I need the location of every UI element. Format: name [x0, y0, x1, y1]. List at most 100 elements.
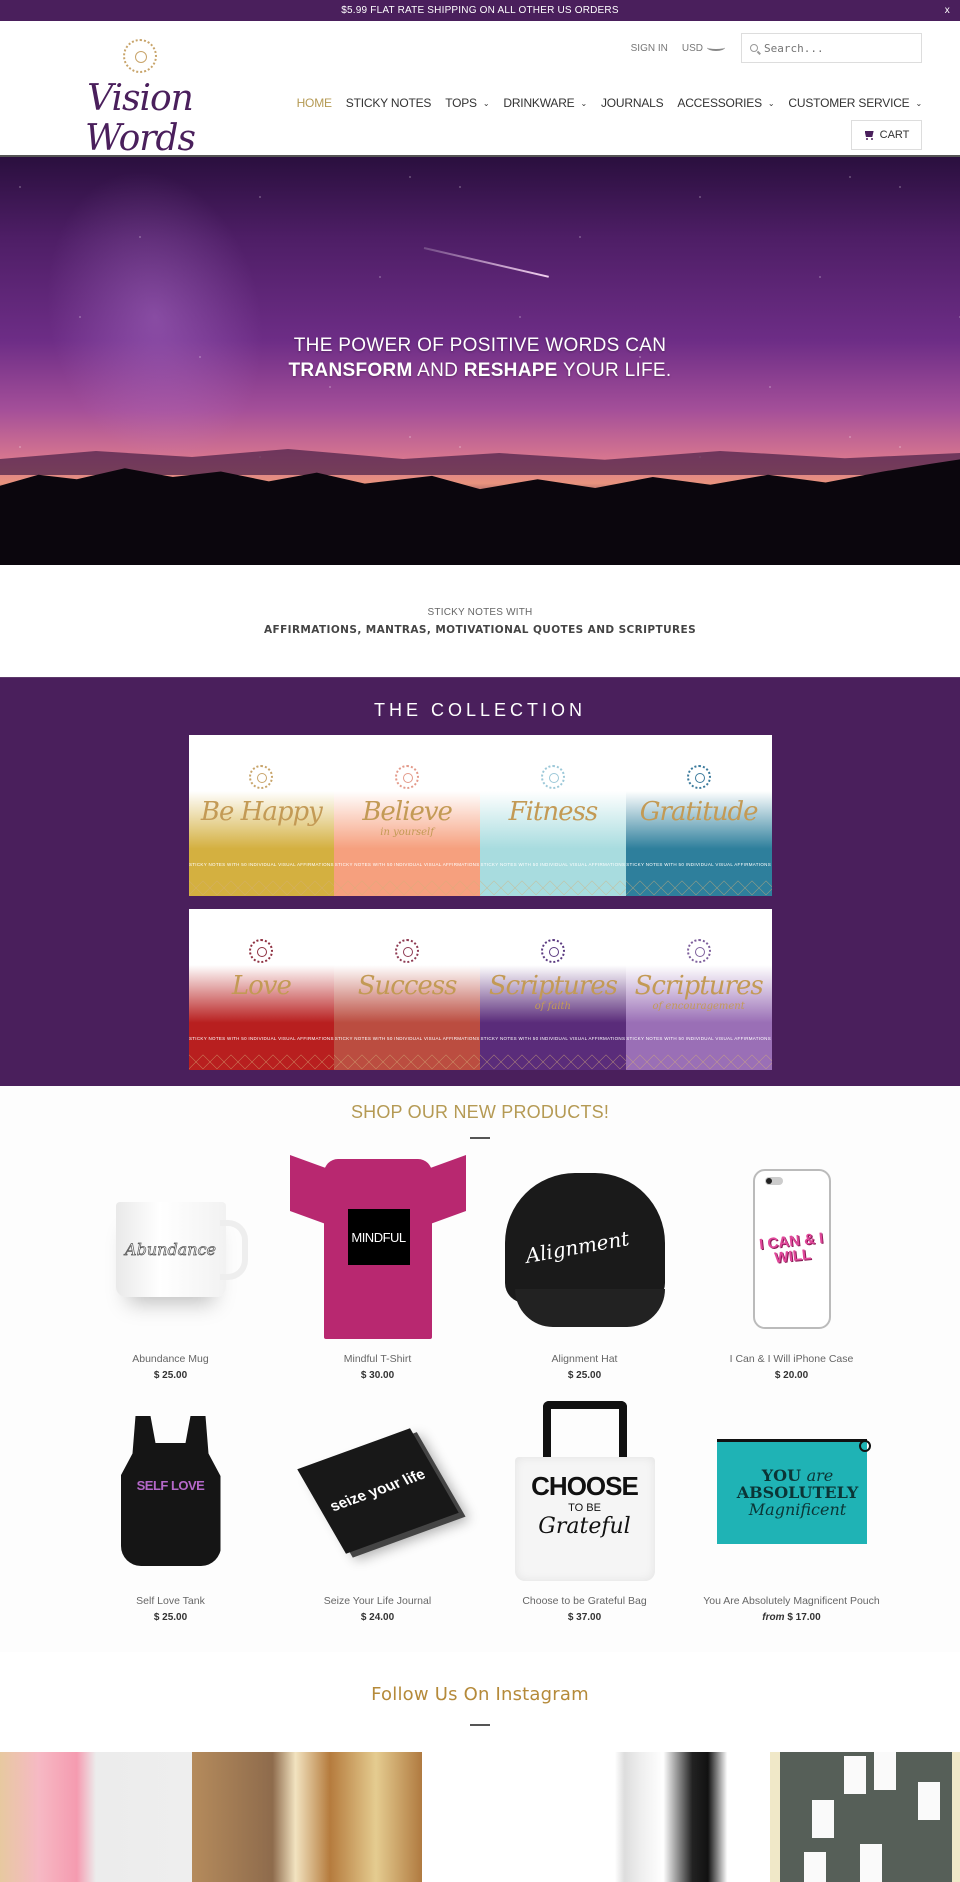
product-image[interactable]: Abundance — [81, 1159, 261, 1339]
hero-quote-bold-reshape: RESHAPE — [463, 360, 558, 381]
search-box[interactable] — [741, 33, 922, 63]
cart-label: CART — [879, 129, 910, 141]
product-card[interactable]: MINDFUL Mindful T-Shirt $ 30.00 — [274, 1154, 481, 1381]
instagram-feed — [0, 1752, 960, 1882]
product-card[interactable]: SELF LOVE Self Love Tank $ 25.00 — [67, 1401, 274, 1623]
tile-pattern — [188, 1052, 335, 1070]
tile-pattern — [625, 878, 772, 896]
product-card[interactable]: I CAN & I WILL I Can & I Will iPhone Cas… — [688, 1159, 895, 1381]
product-image[interactable]: I CAN & I WILL — [702, 1159, 882, 1339]
product-name[interactable]: You Are Absolutely Magnificent Pouch — [688, 1595, 895, 1607]
phone-art-text: I CAN & I WILL — [757, 1229, 824, 1267]
collection-title: THE COLLECTION — [373, 700, 587, 720]
tile-caption: STICKY NOTES WITH 50 INDIVIDUAL VISUAL A… — [188, 862, 334, 867]
main-nav: HOME STICKY NOTES TOPS ⌄ DRINKWARE ⌄ JOURN… — [297, 96, 923, 110]
search-input[interactable] — [764, 41, 914, 55]
product-name[interactable]: I Can & I Will iPhone Case — [688, 1353, 895, 1365]
nav-item-customer-service[interactable]: CUSTOMER SERVICE ⌄ — [788, 96, 922, 110]
chevron-down-icon: ⌄ — [915, 98, 922, 108]
collection-banner-row-1[interactable]: Be Happy STICKY NOTES WITH 50 INDIVIDUAL … — [188, 735, 772, 896]
tile-pattern — [625, 1052, 772, 1070]
collection-tile[interactable]: Gratitude STICKY NOTES WITH 50 INDIVIDUAL… — [625, 735, 772, 896]
product-price: $ 24.00 — [274, 1612, 481, 1623]
product-image[interactable]: YOU are ABSOLUTELY Magnificent — [702, 1401, 882, 1581]
product-card[interactable]: Abundance Abundance Mug $ 25.00 — [67, 1159, 274, 1381]
instagram-post[interactable] — [192, 1752, 422, 1882]
instagram-post[interactable] — [770, 1752, 960, 1882]
tile-subtitle — [334, 1001, 480, 1013]
products-section-title: SHOP OUR NEW PRODUCTS! — [350, 1102, 610, 1122]
product-card[interactable]: CHOOSE TO BE Grateful Choose to be Grate… — [481, 1401, 688, 1623]
product-image[interactable]: MINDFUL — [288, 1154, 468, 1339]
cart-button[interactable]: CART — [851, 120, 922, 150]
price-value: $ 30.00 — [360, 1370, 395, 1381]
nav-item-label: DRINKWARE — [503, 96, 575, 110]
product-image[interactable]: SELF LOVE — [81, 1401, 261, 1581]
tshirt-print: MINDFUL — [347, 1209, 410, 1265]
tile-title: Love — [231, 971, 292, 1001]
collection-tile[interactable]: Believe in yourself STICKY NOTES WITH 50 I… — [334, 735, 480, 896]
sign-in-link[interactable]: SIGN IN — [631, 43, 668, 54]
nav-item-tops[interactable]: TOPS ⌄ — [445, 96, 489, 110]
collection-banner-row-2[interactable]: Love STICKY NOTES WITH 50 INDIVIDUAL VISU… — [188, 909, 772, 1070]
hero-banner[interactable]: THE POWER OF POSITIVE WORDS CAN TRANSFOR… — [0, 157, 960, 565]
pouch-art-line2: ABSOLUTELY — [736, 1483, 859, 1502]
mug-illustration: Abundance — [115, 1201, 248, 1297]
nav-item-accessories[interactable]: ACCESSORIES ⌄ — [677, 96, 774, 110]
instagram-post[interactable] — [422, 1752, 576, 1882]
journal-illustration: seize your life — [296, 1428, 459, 1554]
emblem-icon — [686, 939, 711, 963]
nav-item-home[interactable]: HOME — [297, 96, 332, 110]
tile-title: Scriptures — [488, 971, 618, 1001]
close-announcement-button[interactable]: x — [945, 0, 950, 21]
tile-title: Scriptures — [634, 971, 764, 1001]
product-name[interactable]: Seize Your Life Journal — [274, 1595, 481, 1607]
tile-title: Be Happy — [200, 797, 323, 827]
product-image[interactable]: seize your life — [288, 1401, 468, 1581]
product-name[interactable]: Self Love Tank — [67, 1595, 274, 1607]
emblem-icon — [540, 765, 565, 789]
tile-title: Fitness — [508, 797, 599, 827]
product-name[interactable]: Choose to be Grateful Bag — [481, 1595, 688, 1607]
emblem-icon — [249, 765, 274, 789]
product-name[interactable]: Abundance Mug — [67, 1353, 274, 1365]
nav-item-sticky-notes[interactable]: STICKY NOTES — [346, 96, 432, 110]
utility-bar: SIGN IN USD — [631, 33, 922, 63]
collection-tile[interactable]: Be Happy STICKY NOTES WITH 50 INDIVIDUAL … — [188, 735, 335, 896]
collection-tile[interactable]: Fitness STICKY NOTES WITH 50 INDIVIDUAL V… — [480, 735, 626, 896]
product-image[interactable]: CHOOSE TO BE Grateful — [495, 1401, 675, 1581]
tile-caption: STICKY NOTES WITH 50 INDIVIDUAL VISUAL A… — [626, 1036, 772, 1041]
intro-section: STICKY NOTES WITH AFFIRMATIONS, MANTRAS,… — [0, 565, 960, 677]
section-divider — [470, 1724, 490, 1726]
journal-art-text: seize your life — [326, 1466, 429, 1516]
emblem-icon — [540, 939, 565, 963]
instagram-post[interactable] — [576, 1752, 770, 1882]
bag-art-line1: CHOOSE — [531, 1471, 639, 1501]
collection-section: THE COLLECTION Be Happy STICKY NOTES WITH… — [0, 677, 960, 1086]
product-card[interactable]: seize your life Seize Your Life Journal … — [274, 1401, 481, 1623]
collection-tile[interactable]: Scriptures of faith STICKY NOTES WITH 50 I… — [480, 909, 626, 1070]
product-card[interactable]: YOU are ABSOLUTELY Magnificent You Are A… — [688, 1401, 895, 1623]
collection-tile[interactable]: Success STICKY NOTES WITH 50 INDIVIDUAL V… — [334, 909, 480, 1070]
nav-item-journals[interactable]: JOURNALS — [601, 96, 664, 110]
nav-item-label: HOME — [296, 96, 332, 110]
collection-tile[interactable]: Love STICKY NOTES WITH 50 INDIVIDUAL VISU… — [188, 909, 335, 1070]
collection-tile[interactable]: Scriptures of encouragement STICKY NOTES W… — [625, 909, 772, 1070]
tile-pattern — [480, 878, 626, 896]
search-icon — [750, 44, 758, 52]
product-price: from $ 17.00 — [688, 1612, 895, 1623]
note-card — [918, 1782, 940, 1820]
currency-selector[interactable]: USD — [682, 43, 727, 54]
price-value: $ 24.00 — [360, 1612, 395, 1623]
logo[interactable]: Vision Words STATEMENTS THAT STICK — [30, 39, 250, 171]
product-price: $ 25.00 — [67, 1370, 274, 1381]
instagram-post[interactable] — [0, 1752, 192, 1882]
hero-quote-end: YOUR LIFE. — [557, 360, 672, 381]
product-image[interactable]: Alignment — [495, 1159, 675, 1339]
nav-item-label: CUSTOMER SERVICE — [788, 96, 910, 110]
product-card[interactable]: Alignment Alignment Hat $ 25.00 — [481, 1159, 688, 1381]
note-card — [844, 1756, 866, 1794]
product-name[interactable]: Alignment Hat — [481, 1353, 688, 1365]
product-name[interactable]: Mindful T-Shirt — [274, 1353, 481, 1365]
nav-item-drinkware[interactable]: DRINKWARE ⌄ — [503, 96, 587, 110]
